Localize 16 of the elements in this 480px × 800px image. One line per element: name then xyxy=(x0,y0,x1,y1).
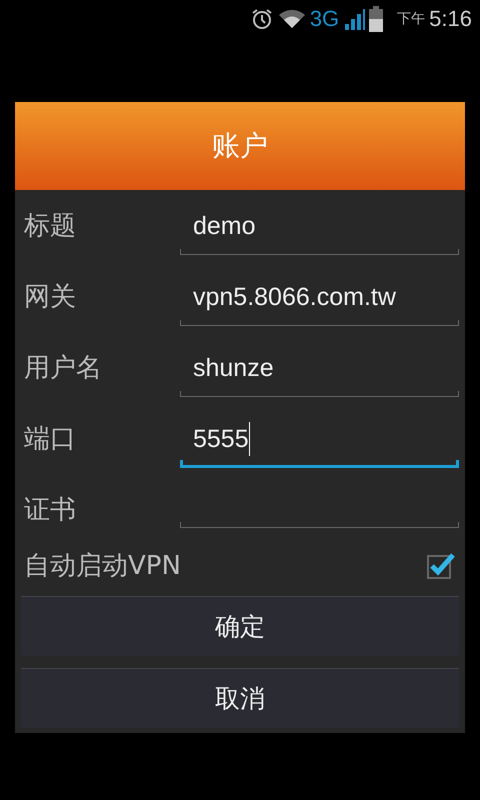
clock-time: 5:16 xyxy=(429,6,472,32)
field-label: 网关 xyxy=(23,281,77,314)
field-label: 端口 xyxy=(23,423,77,456)
time-period: 下午 xyxy=(397,10,426,28)
network-type: 3G xyxy=(310,6,340,32)
field-label: 证书 xyxy=(23,494,77,527)
dialog-title: 账户 xyxy=(212,128,268,164)
field-label: 标题 xyxy=(23,210,77,243)
wifi-icon xyxy=(278,8,306,30)
dialog-button[interactable]: 确定 xyxy=(21,596,459,656)
alarm-icon xyxy=(250,7,274,31)
signal-icon xyxy=(343,8,366,30)
checkbox-label: 自动启动VPN xyxy=(24,550,181,582)
field-label: 用户名 xyxy=(23,352,103,385)
dialog-button[interactable]: 取消 xyxy=(21,668,459,728)
battery-icon xyxy=(369,6,384,32)
